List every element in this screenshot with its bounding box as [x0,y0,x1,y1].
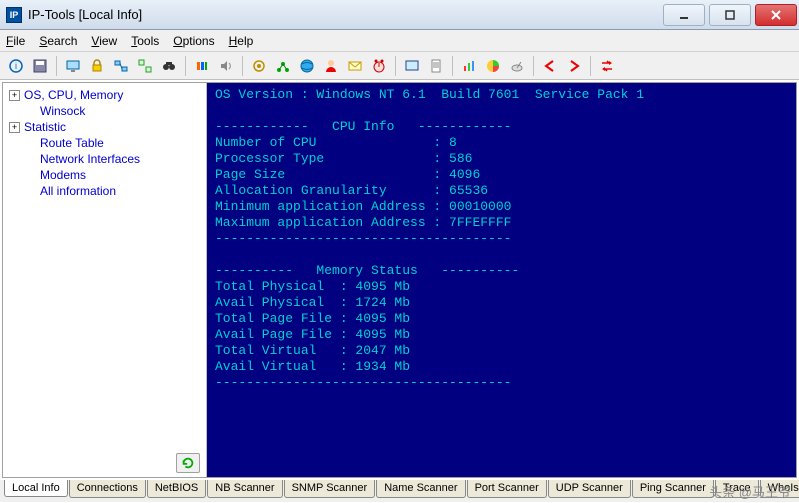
tab-name-scanner[interactable]: Name Scanner [376,480,465,498]
tree-item-label: All information [40,184,116,198]
app-icon: IP [6,7,22,23]
ping-icon[interactable] [248,55,270,77]
tab-netbios[interactable]: NetBIOS [147,480,206,498]
menubar: File Search View Tools Options Help [0,30,799,52]
trace-icon[interactable] [272,55,294,77]
user-icon[interactable] [320,55,342,77]
tab-local-info[interactable]: Local Info [4,480,68,497]
menu-search[interactable]: Search [39,34,77,48]
tree-item-label: Route Table [40,136,104,150]
satellite-icon[interactable] [506,55,528,77]
clock-icon[interactable] [368,55,390,77]
refresh-button[interactable] [176,453,200,473]
tab-connections[interactable]: Connections [69,480,146,498]
tab-nb-scanner[interactable]: NB Scanner [207,480,282,498]
close-button[interactable] [755,4,797,26]
maximize-button[interactable] [709,4,751,26]
tree-item-network-interfaces[interactable]: Network Interfaces [3,151,206,167]
minimize-button[interactable] [663,4,705,26]
tab-ping-scanner[interactable]: Ping Scanner [632,480,714,498]
chart-icon[interactable] [458,55,480,77]
sound-icon[interactable] [215,55,237,77]
monitor-icon[interactable] [62,55,84,77]
save-icon[interactable] [29,55,51,77]
tree-item-all-information[interactable]: All information [3,183,206,199]
swap-icon[interactable] [596,55,618,77]
expand-icon[interactable]: + [9,122,20,133]
toolbar: i [0,52,799,80]
tab-port-scanner[interactable]: Port Scanner [467,480,547,498]
tree-item-label: Modems [40,168,86,182]
globe-icon[interactable] [296,55,318,77]
screen-icon[interactable] [401,55,423,77]
menu-tools[interactable]: Tools [131,34,159,48]
lock-icon[interactable] [86,55,108,77]
network-icon[interactable] [110,55,132,77]
tree-item-os-cpu-memory[interactable]: + OS, CPU, Memory [3,87,206,103]
tab-snmp-scanner[interactable]: SNMP Scanner [284,480,376,498]
arrow-right-icon[interactable] [563,55,585,77]
menu-options[interactable]: Options [173,34,214,48]
tree-item-label: Network Interfaces [40,152,140,166]
menu-file[interactable]: File [6,34,25,48]
ports-icon[interactable] [191,55,213,77]
info-icon[interactable]: i [5,55,27,77]
tree-item-modems[interactable]: Modems [3,167,206,183]
menu-help[interactable]: Help [229,34,254,48]
watermark: 头条 @马王爷 [709,482,791,501]
tree-item-label: OS, CPU, Memory [24,88,123,102]
titlebar: IP IP-Tools [Local Info] [0,0,799,30]
window-title: IP-Tools [Local Info] [28,7,142,22]
computers-icon[interactable] [134,55,156,77]
arrow-left-icon[interactable] [539,55,561,77]
tree-item-label: Winsock [40,104,85,118]
tree-item-winsock[interactable]: Winsock [3,103,206,119]
tab-bar: Local InfoConnectionsNetBIOSNB ScannerSN… [0,480,799,502]
menu-view[interactable]: View [91,34,117,48]
tree-panel: + OS, CPU, Memory Winsock + Statistic Route T… [3,83,207,477]
pie-icon[interactable] [482,55,504,77]
svg-text:i: i [15,61,17,71]
mail-icon[interactable] [344,55,366,77]
document-icon[interactable] [425,55,447,77]
console-output: OS Version : Windows NT 6.1 Build 7601 S… [207,83,796,477]
tree-item-label: Statistic [24,120,66,134]
tab-udp-scanner[interactable]: UDP Scanner [548,480,631,498]
tree-item-route-table[interactable]: Route Table [3,135,206,151]
expand-icon[interactable]: + [9,90,20,101]
binoculars-icon[interactable] [158,55,180,77]
tree-item-statistic[interactable]: + Statistic [3,119,206,135]
